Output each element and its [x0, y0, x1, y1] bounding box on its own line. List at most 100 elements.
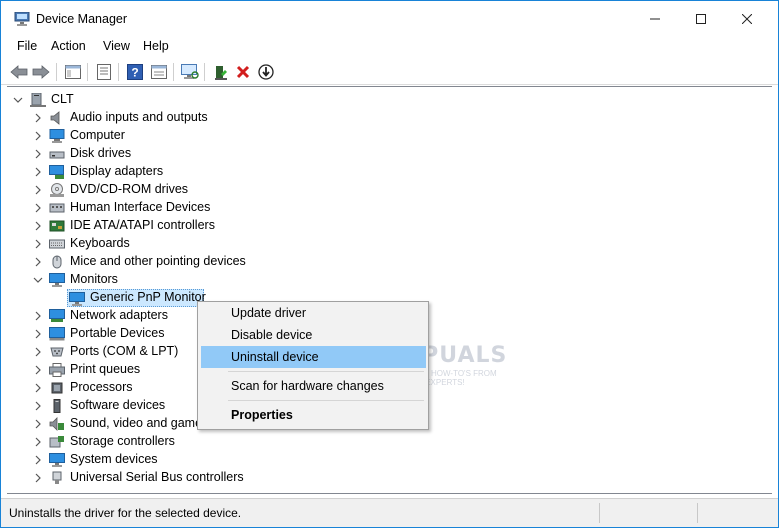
tree-item-label: Display adapters [70, 164, 164, 178]
help-icon: ? [127, 64, 143, 80]
disk-drive-icon [49, 151, 65, 159]
context-properties[interactable]: Properties [201, 404, 426, 426]
maximize-button[interactable] [678, 1, 724, 37]
speaker-icon [50, 111, 60, 125]
menu-file[interactable]: File [15, 39, 39, 53]
tree-item-label: Generic PnP Monitor [90, 290, 206, 304]
chevron-right-icon[interactable] [33, 419, 43, 429]
forward-button[interactable] [31, 62, 51, 82]
software-device-icon [53, 399, 61, 413]
update-driver-button[interactable] [211, 62, 231, 82]
menu-view[interactable]: View [101, 39, 132, 53]
tree-item-usb-controllers[interactable]: Universal Serial Bus controllers [7, 469, 307, 487]
device-tree[interactable]: CLT Audio inputs and outputs Computer Di… [7, 86, 772, 494]
status-text: Uninstalls the driver for the selected d… [9, 506, 242, 520]
toolbar-separator [56, 63, 57, 81]
tree-item-generic-pnp-monitor[interactable]: Generic PnP Monitor [67, 289, 206, 307]
chevron-right-icon[interactable] [33, 401, 43, 411]
tree-item-keyboards[interactable]: Keyboards [7, 235, 307, 253]
toolbar: ? [1, 59, 778, 85]
computer-root-icon [30, 93, 46, 107]
tree-item-hid[interactable]: Human Interface Devices [7, 199, 307, 217]
chevron-right-icon[interactable] [33, 437, 43, 447]
update-driver-icon [215, 66, 227, 80]
tree-root-label: CLT [51, 92, 74, 106]
context-uninstall-device[interactable]: Uninstall device [201, 346, 426, 368]
chevron-right-icon[interactable] [33, 347, 43, 357]
svg-text:?: ? [131, 66, 138, 80]
dvd-drive-icon [50, 183, 64, 197]
toolbar-separator [173, 63, 174, 81]
console-view-icon [151, 65, 167, 79]
chevron-right-icon[interactable] [33, 113, 43, 123]
context-separator [228, 371, 424, 372]
ide-controller-icon [49, 220, 65, 232]
tree-item-label: Human Interface Devices [70, 200, 211, 214]
maximize-icon [696, 14, 706, 24]
back-button[interactable] [9, 62, 29, 82]
tree-item-label: IDE ATA/ATAPI controllers [70, 218, 215, 232]
minimize-button[interactable] [632, 1, 678, 37]
properties-icon [97, 64, 111, 80]
menu-bar: File Action View Help [1, 37, 778, 57]
device-manager-app-icon [14, 12, 30, 26]
chevron-right-icon[interactable] [33, 149, 43, 159]
chevron-right-icon[interactable] [33, 257, 43, 267]
chevron-right-icon[interactable] [33, 455, 43, 465]
disable-device-button[interactable] [256, 62, 276, 82]
tree-item-monitors[interactable]: Monitors [7, 271, 307, 289]
keyboard-icon [49, 239, 65, 249]
chevron-down-icon[interactable] [33, 275, 43, 285]
tree-item-mice[interactable]: Mice and other pointing devices [7, 253, 307, 271]
show-hide-console-tree-button[interactable] [63, 62, 83, 82]
close-button[interactable] [724, 1, 770, 37]
chevron-right-icon[interactable] [33, 221, 43, 231]
tree-item-dvd-drives[interactable]: DVD/CD-ROM drives [7, 181, 307, 199]
tree-item-label: Processors [70, 380, 133, 394]
tree-item-storage-controllers[interactable]: Storage controllers [7, 433, 307, 451]
properties-button[interactable] [94, 62, 114, 82]
chevron-right-icon[interactable] [33, 239, 43, 249]
chevron-right-icon[interactable] [33, 185, 43, 195]
toolbar-separator [87, 63, 88, 81]
chevron-right-icon[interactable] [33, 473, 43, 483]
port-icon [50, 347, 64, 357]
menu-action[interactable]: Action [49, 39, 88, 53]
chevron-right-icon[interactable] [33, 365, 43, 375]
scan-hardware-button[interactable] [180, 62, 200, 82]
tree-item-ide[interactable]: IDE ATA/ATAPI controllers [7, 217, 307, 235]
context-scan-hardware[interactable]: Scan for hardware changes [201, 375, 426, 397]
chevron-right-icon[interactable] [33, 311, 43, 321]
chevron-right-icon[interactable] [33, 131, 43, 141]
tree-item-label: Audio inputs and outputs [70, 110, 208, 124]
console-view-button[interactable] [149, 62, 169, 82]
menu-help[interactable]: Help [141, 39, 171, 53]
tree-item-system-devices[interactable]: System devices [7, 451, 307, 469]
help-button[interactable]: ? [125, 62, 145, 82]
tree-item-label: Storage controllers [70, 434, 175, 448]
window-title: Device Manager [36, 12, 128, 26]
tree-item-disk-drives[interactable]: Disk drives [7, 145, 307, 163]
chevron-right-icon[interactable] [33, 203, 43, 213]
mouse-icon [52, 255, 62, 269]
chevron-right-icon[interactable] [33, 329, 43, 339]
chevron-down-icon[interactable] [13, 95, 23, 105]
tree-item-label: Keyboards [70, 236, 130, 250]
uninstall-device-button[interactable] [233, 62, 253, 82]
tree-item-audio[interactable]: Audio inputs and outputs [7, 109, 307, 127]
chevron-right-icon[interactable] [33, 383, 43, 393]
status-bar: Uninstalls the driver for the selected d… [1, 498, 778, 527]
tree-item-display-adapters[interactable]: Display adapters [7, 163, 307, 181]
sound-video-icon [49, 417, 64, 431]
status-divider [697, 503, 698, 523]
tree-item-computer[interactable]: Computer [7, 127, 307, 145]
monitor-icon [49, 273, 65, 287]
context-disable-device[interactable]: Disable device [201, 324, 426, 346]
context-update-driver[interactable]: Update driver [201, 302, 426, 324]
chevron-right-icon[interactable] [33, 167, 43, 177]
tree-root-clt[interactable]: CLT [7, 91, 307, 109]
tree-item-label: Computer [70, 128, 125, 142]
title-bar[interactable]: Device Manager [1, 1, 778, 37]
monitor-scan-icon [181, 64, 199, 79]
show-hide-console-tree-icon [65, 65, 81, 79]
